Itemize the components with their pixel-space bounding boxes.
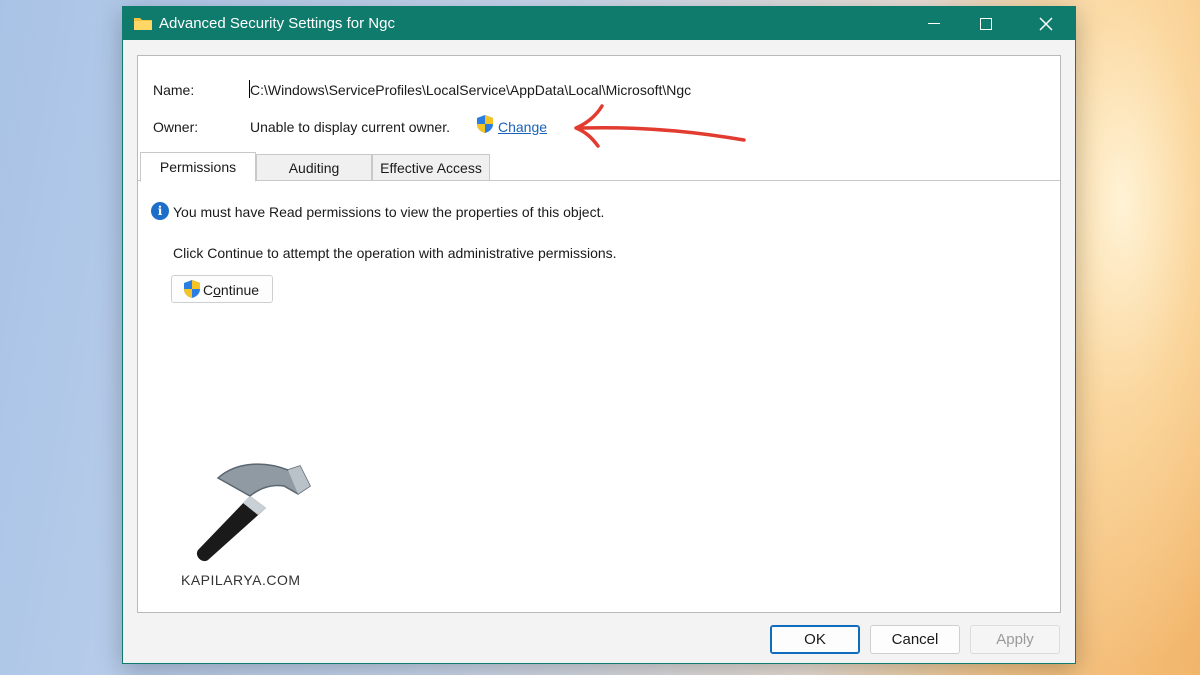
minimize-icon: [928, 23, 940, 24]
kapilarya-watermark: KAPILARYA.COM: [181, 572, 301, 588]
window-title: Advanced Security Settings for Ngc: [159, 15, 395, 32]
uac-shield-icon: [184, 280, 200, 298]
uac-shield-icon: [477, 115, 493, 133]
tab-permissions-label: Permissions: [159, 159, 237, 175]
folder-icon: [134, 18, 152, 30]
tab-permissions[interactable]: Permissions: [140, 152, 256, 182]
change-owner-link[interactable]: Change: [498, 119, 547, 135]
advanced-security-dialog: Advanced Security Settings for Ngc Name:…: [122, 6, 1076, 664]
title-bar[interactable]: Advanced Security Settings for Ngc: [123, 7, 1075, 40]
tab-effective-access[interactable]: Effective Access: [372, 154, 490, 181]
object-path[interactable]: C:\Windows\ServiceProfiles\LocalService\…: [250, 82, 691, 98]
tab-divider: [138, 180, 1060, 181]
close-icon: [1039, 16, 1053, 31]
close-button[interactable]: [1023, 7, 1069, 40]
continue-label: Continue: [203, 282, 260, 298]
cancel-button[interactable]: Cancel: [870, 625, 960, 654]
maximize-button[interactable]: [963, 7, 1009, 40]
continue-button[interactable]: Continue: [171, 275, 273, 303]
tab-auditing-label: Auditing: [288, 160, 340, 176]
content-panel: Name: C:\Windows\ServiceProfiles\LocalSe…: [137, 55, 1061, 613]
read-permission-message: You must have Read permissions to view t…: [173, 204, 605, 220]
hammer-logo-icon: [196, 463, 311, 562]
owner-label: Owner:: [153, 119, 199, 135]
info-icon: i: [151, 202, 169, 220]
owner-value: Unable to display current owner.: [250, 119, 450, 135]
apply-button[interactable]: Apply: [970, 625, 1060, 654]
tab-auditing[interactable]: Auditing: [256, 154, 372, 181]
red-arrow-annotation: [574, 104, 746, 148]
name-label: Name:: [153, 82, 195, 98]
continue-hint: Click Continue to attempt the operation …: [173, 245, 617, 261]
tab-effective-access-label: Effective Access: [380, 160, 482, 176]
ok-button[interactable]: OK: [770, 625, 860, 654]
maximize-icon: [980, 17, 992, 30]
minimize-button[interactable]: [911, 7, 957, 40]
